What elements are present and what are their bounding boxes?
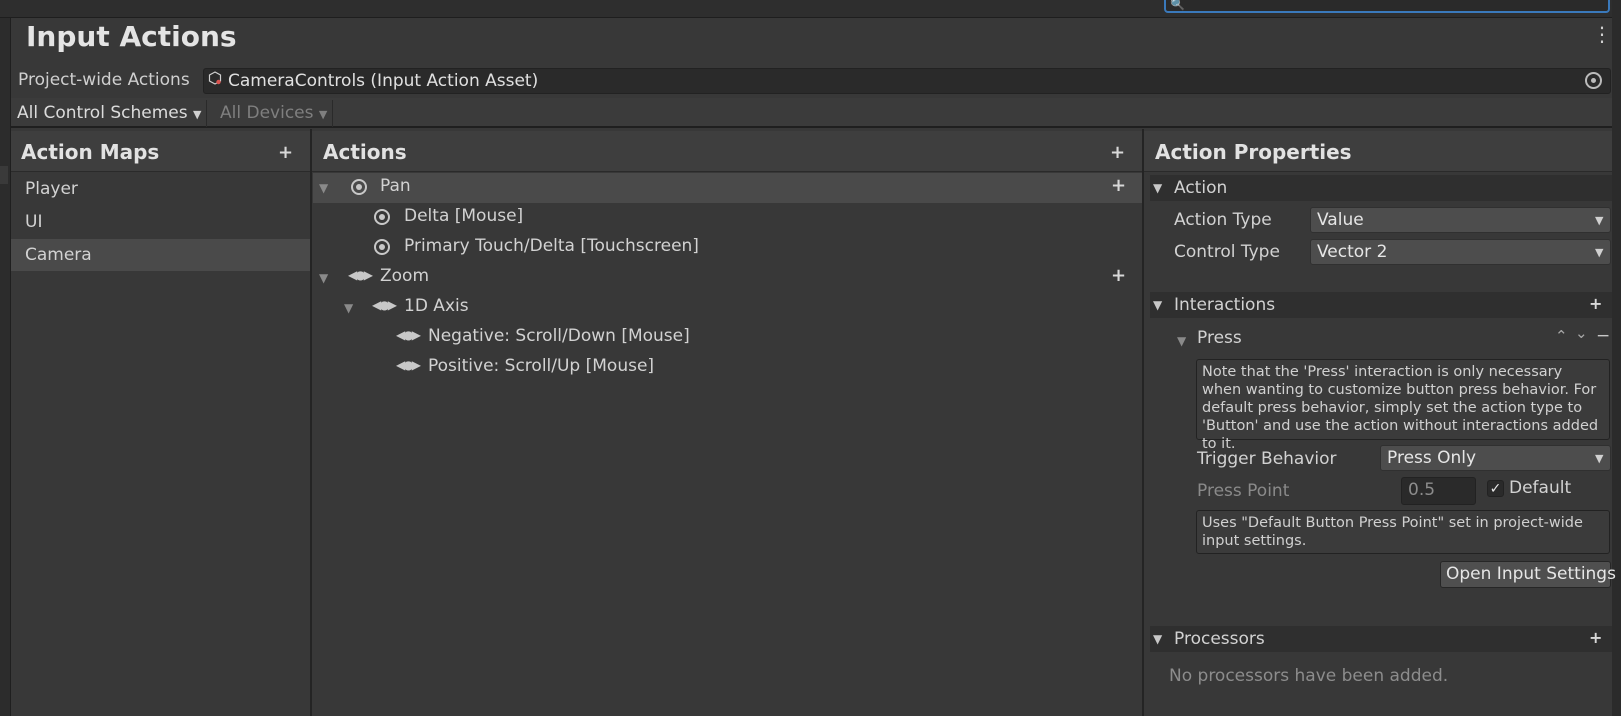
trigger-behavior-value: Press Only <box>1387 448 1477 468</box>
action-map-item-ui[interactable]: UI <box>11 206 310 238</box>
action-row-pan[interactable] <box>313 173 1142 203</box>
action-map-label: Player <box>25 179 78 199</box>
action-properties-title: Action Properties <box>1155 140 1352 164</box>
processors-section-label: Processors <box>1174 629 1265 649</box>
binding-label: Primary Touch/Delta [Touchscreen] <box>404 236 699 256</box>
press-point-field[interactable]: 0.5 <box>1401 477 1476 505</box>
press-point-label: Press Point <box>1197 481 1290 501</box>
default-label: Default <box>1509 478 1572 498</box>
action-type-label: Action Type <box>1174 210 1272 230</box>
trigger-behavior-dropdown[interactable]: Press Only <box>1380 445 1611 471</box>
control-schemes-label: All Control Schemes <box>17 103 188 123</box>
interactions-section-label: Interactions <box>1174 295 1276 315</box>
axis-arrows-icon: ◀●▶ <box>372 298 397 312</box>
add-binding-button[interactable]: + <box>1111 265 1126 286</box>
input-asset-icon <box>208 71 222 85</box>
press-point-value: 0.5 <box>1408 480 1436 500</box>
actions-title: Actions <box>323 140 407 164</box>
project-wide-label: Project-wide Actions <box>18 70 190 90</box>
object-picker-icon[interactable] <box>1585 72 1602 89</box>
search-icon: 🔍 <box>1170 0 1185 11</box>
devices-dropdown[interactable]: All Devices ▼ <box>214 100 333 127</box>
asset-name: CameraControls (Input Action Asset) <box>228 71 539 91</box>
left-edge-tab <box>0 166 8 184</box>
toolbar-divider <box>332 100 333 127</box>
search-field[interactable] <box>1164 0 1610 13</box>
expand-triangle-icon[interactable]: ▼ <box>319 181 328 195</box>
add-interaction-button[interactable]: + <box>1589 294 1602 313</box>
control-schemes-dropdown[interactable]: All Control Schemes ▼ <box>11 100 207 127</box>
control-type-dropdown[interactable]: Vector 2 <box>1310 239 1611 265</box>
chevron-down-icon: ▼ <box>1595 452 1604 465</box>
left-edge <box>0 18 11 716</box>
remove-interaction-icon[interactable]: − <box>1596 326 1610 346</box>
action-map-item-camera[interactable]: Camera <box>11 239 310 271</box>
binding-icon <box>374 209 390 225</box>
expand-triangle-icon[interactable]: ▼ <box>1153 298 1162 312</box>
axis-arrows-icon: ◀●▶ <box>396 358 421 372</box>
action-label: Zoom <box>380 266 430 286</box>
add-action-button[interactable]: + <box>1110 142 1125 163</box>
action-label: Pan <box>380 176 411 196</box>
expand-triangle-icon[interactable]: ▼ <box>344 301 353 315</box>
move-down-icon[interactable]: ⌄ <box>1575 324 1588 342</box>
action-map-label: UI <box>25 212 43 232</box>
default-checkbox[interactable]: ✓ <box>1487 480 1504 497</box>
binding-label: Negative: Scroll/Down [Mouse] <box>428 326 690 346</box>
expand-triangle-icon[interactable]: ▼ <box>319 271 328 285</box>
press-help-box: Note that the 'Press' interaction is onl… <box>1196 359 1610 452</box>
binding-icon <box>374 239 390 255</box>
add-action-map-button[interactable]: + <box>278 142 293 163</box>
actions-header <box>312 131 1142 172</box>
action-type-dropdown[interactable]: Value <box>1310 207 1611 233</box>
binding-label: Positive: Scroll/Up [Mouse] <box>428 356 655 376</box>
scrollbar[interactable] <box>1612 0 1621 716</box>
window-title: Input Actions <box>26 20 237 53</box>
column-divider[interactable] <box>310 129 312 716</box>
axis-arrows-icon: ◀●▶ <box>396 328 421 342</box>
devices-label: All Devices <box>220 103 314 123</box>
action-row-zoom[interactable] <box>313 263 1142 293</box>
chevron-down-icon: ▼ <box>193 108 202 121</box>
press-point-help-box: Uses "Default Button Press Point" set in… <box>1196 510 1610 554</box>
action-maps-title: Action Maps <box>21 140 160 164</box>
column-divider[interactable] <box>1142 129 1144 716</box>
axis-arrows-icon: ◀●▶ <box>348 268 373 282</box>
add-binding-button[interactable]: + <box>1111 175 1126 196</box>
add-processor-button[interactable]: + <box>1589 628 1602 647</box>
action-section-label: Action <box>1174 178 1228 198</box>
control-type-label: Control Type <box>1174 242 1280 262</box>
chevron-down-icon: ▼ <box>1595 214 1604 227</box>
action-type-value: Value <box>1317 210 1364 230</box>
open-input-settings-button[interactable]: Open Input Settings <box>1440 561 1616 588</box>
expand-triangle-icon[interactable]: ▼ <box>1177 334 1186 348</box>
chevron-down-icon: ▼ <box>1595 246 1604 259</box>
trigger-behavior-label: Trigger Behavior <box>1197 449 1337 469</box>
toolbar-divider <box>206 100 207 127</box>
more-options-icon[interactable]: ⋮ <box>1592 24 1612 44</box>
action-map-label: Camera <box>25 245 92 265</box>
composite-label: 1D Axis <box>404 296 469 316</box>
expand-triangle-icon[interactable]: ▼ <box>1153 632 1162 646</box>
chevron-down-icon: ▼ <box>318 108 328 121</box>
press-title: Press <box>1197 328 1242 348</box>
expand-triangle-icon[interactable]: ▼ <box>1153 181 1162 195</box>
control-type-value: Vector 2 <box>1317 242 1388 262</box>
binding-label: Delta [Mouse] <box>404 206 524 226</box>
value-action-icon <box>351 179 367 195</box>
move-up-icon[interactable]: ⌃ <box>1555 327 1568 345</box>
action-map-item-player[interactable]: Player <box>11 173 310 205</box>
processors-empty-text: No processors have been added. <box>1169 666 1449 686</box>
